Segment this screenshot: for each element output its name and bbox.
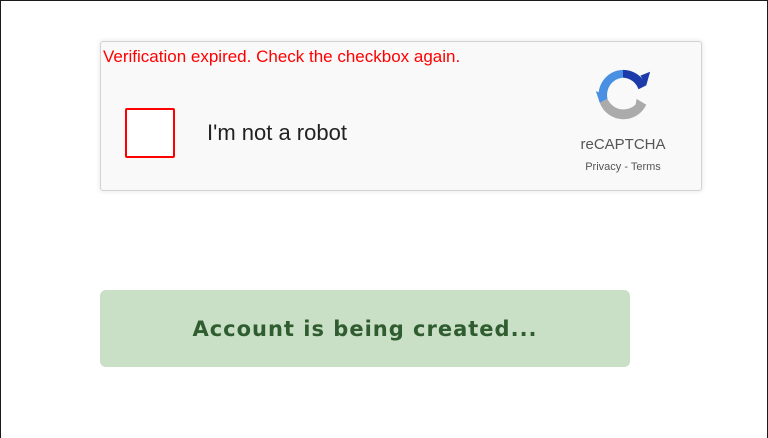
privacy-link[interactable]: Privacy [585,161,621,173]
page-frame: Verification expired. Check the checkbox… [0,0,768,438]
recaptcha-logo-icon [595,69,651,120]
links-separator: - [621,161,631,173]
recaptcha-branding: reCAPTCHA Privacy - Terms [563,64,683,174]
account-status-message: Account is being created... [192,316,538,341]
account-status-banner: Account is being created... [100,290,630,367]
checkbox-label: I'm not a robot [207,120,347,145]
not-a-robot-checkbox[interactable] [125,108,175,158]
recaptcha-brand-name: reCAPTCHA [580,136,666,153]
recaptcha-widget: Verification expired. Check the checkbox… [100,41,702,191]
recaptcha-links: Privacy - Terms [563,160,683,174]
terms-link[interactable]: Terms [631,161,661,173]
verification-expired-message: Verification expired. Check the checkbox… [103,47,461,66]
